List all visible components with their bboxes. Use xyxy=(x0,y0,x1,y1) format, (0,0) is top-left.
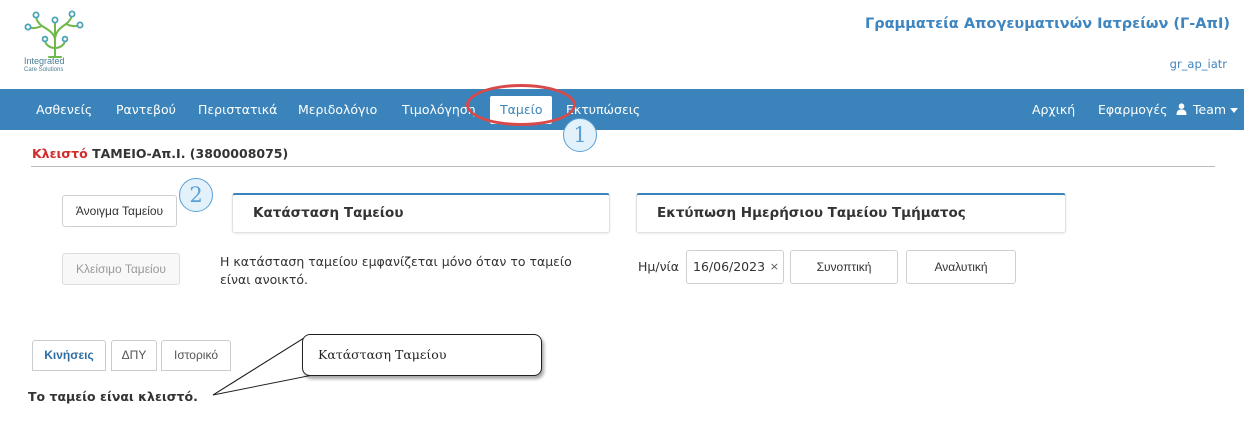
date-field[interactable]: 16/06/2023 × xyxy=(686,250,784,284)
nav-item-appointments[interactable]: Ραντεβού xyxy=(116,89,176,130)
nav-item-patients[interactable]: Ασθενείς xyxy=(36,89,92,130)
app-header: Integrated Care Solutions Γραμματεία Απο… xyxy=(0,0,1244,88)
step-marker-1: 1 xyxy=(563,118,597,152)
logo-text-line2: Care Solutions xyxy=(24,67,64,73)
nav-item-applications[interactable]: Εφαρμογές xyxy=(1098,89,1167,130)
username-label: gr_ap_iatr xyxy=(1169,57,1227,71)
logo[interactable]: Integrated Care Solutions xyxy=(24,10,86,86)
detailed-print-button[interactable]: Αναλυτική xyxy=(906,250,1016,284)
logo-text-line1: Integrated xyxy=(24,56,65,66)
logo-text: Integrated Care Solutions xyxy=(24,57,86,74)
step-marker-2: 2 xyxy=(179,178,213,212)
tab-movements[interactable]: Κινήσεις xyxy=(32,340,106,371)
cash-status-panel-title: Κατάσταση Ταμείου xyxy=(232,193,610,233)
open-cashier-button[interactable]: Άνοιγμα Ταμείου xyxy=(62,195,177,227)
user-icon xyxy=(1176,90,1187,131)
nav-item-home[interactable]: Αρχική xyxy=(1032,89,1075,130)
summary-print-button[interactable]: Συνοπτική xyxy=(790,250,898,284)
organization-title: Γραμματεία Απογευματινών Ιατρείων (Γ-ΑπΙ… xyxy=(864,16,1230,32)
divider xyxy=(31,166,1215,167)
tab-dpy[interactable]: ΔΠΥ xyxy=(111,340,157,371)
tree-logo-icon xyxy=(24,10,84,58)
caret-down-icon xyxy=(1230,108,1239,113)
close-cashier-button[interactable]: Κλείσιμο Ταμείου xyxy=(62,253,180,285)
main-navbar: Ασθενείς Ραντεβού Περιστατικά Μεριδολόγι… xyxy=(0,89,1244,130)
cashier-status-line: Κλειστό ΤΑΜΕΙΟ-Απ.Ι. (3800008075) xyxy=(32,146,288,161)
nav-item-ledger[interactable]: Μεριδολόγιο xyxy=(298,89,377,130)
cashier-state-badge: Κλειστό xyxy=(32,146,88,161)
cash-status-message: Η κατάσταση ταμείου εμφανίζεται μόνο ότα… xyxy=(220,254,572,287)
clear-date-icon[interactable]: × xyxy=(770,251,779,283)
nav-item-cashier[interactable]: Ταμείο xyxy=(490,96,553,124)
user-menu-label: Team xyxy=(1193,102,1227,117)
nav-item-invoicing[interactable]: Τιμολόγηση xyxy=(402,89,476,130)
tab-history[interactable]: Ιστορικό xyxy=(161,340,231,371)
date-label: Ημ/νία xyxy=(638,259,680,274)
date-field-value: 16/06/2023 xyxy=(693,259,766,274)
callout-box: Κατάσταση Ταμείου xyxy=(302,334,542,376)
user-menu[interactable]: Team xyxy=(1176,89,1239,131)
cashier-closed-message: Το ταμείο είναι κλειστό. xyxy=(28,389,198,404)
daily-print-panel-title: Εκτύπωση Ημερήσιου Ταμείου Τμήματος xyxy=(636,193,1066,233)
nav-item-incidents[interactable]: Περιστατικά xyxy=(198,89,277,130)
cashier-label: ΤΑΜΕΙΟ-Απ.Ι. (3800008075) xyxy=(92,146,289,161)
